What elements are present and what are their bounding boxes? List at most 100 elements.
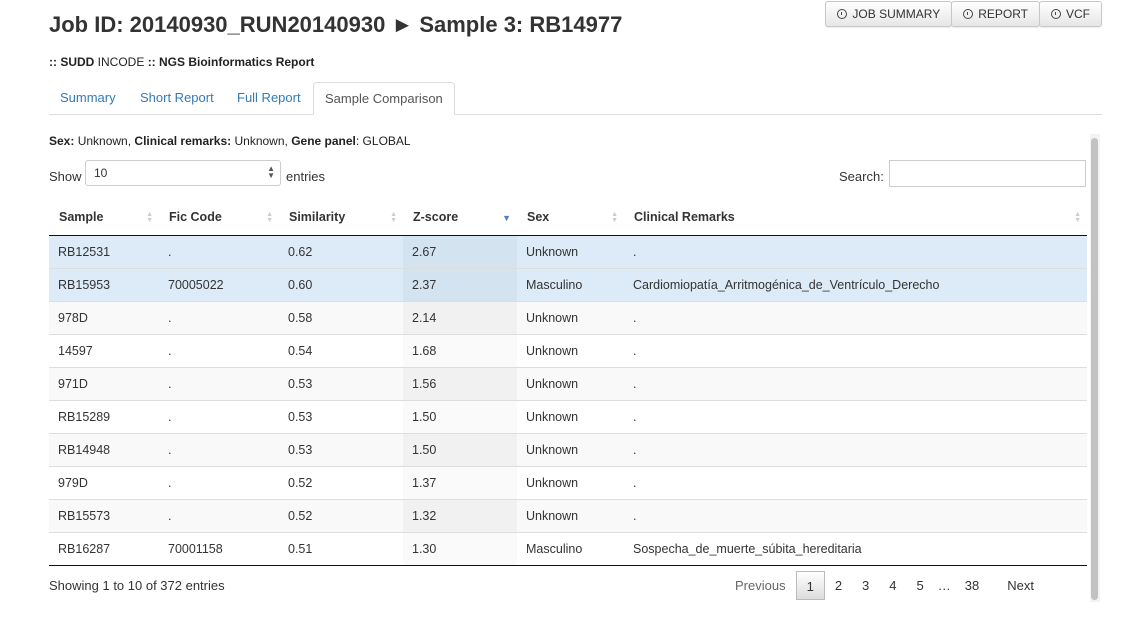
job-summary-label: JOB SUMMARY: [852, 7, 941, 21]
cell-similarity: 0.52: [279, 499, 403, 533]
subtitle-prefix: :: SUDD: [49, 55, 95, 69]
tab-sample-comparison[interactable]: Sample Comparison: [313, 82, 455, 115]
cell-sex: Unknown: [517, 334, 624, 368]
report-button[interactable]: REPORT: [951, 1, 1040, 27]
cell-fic-code: .: [159, 499, 279, 533]
cell-z-score: 2.67: [403, 235, 517, 269]
entries-select[interactable]: 10 ▲ ▼: [85, 160, 281, 186]
cell-sample: RB15289: [49, 400, 159, 434]
cell-similarity: 0.52: [279, 466, 403, 500]
cell-clinical-remarks: Cardiomiopatía_Arritmogénica_de_Ventrícu…: [624, 268, 1087, 302]
cell-sample: RB14948: [49, 433, 159, 467]
circle-arrow-icon: [1051, 9, 1061, 19]
table-row[interactable]: RB12531. 0.62 2.67 Unknown.: [49, 235, 1087, 269]
tab-summary[interactable]: Summary: [49, 82, 127, 114]
col-header-fic-code[interactable]: Fic Code ▲ ▼: [159, 200, 279, 236]
cell-fic-code: .: [159, 301, 279, 335]
table-row[interactable]: 979D. 0.52 1.37 Unknown.: [49, 466, 1087, 500]
table-row[interactable]: RB15289. 0.53 1.50 Unknown.: [49, 400, 1087, 434]
sex-value: Unknown,: [77, 134, 132, 148]
gene-panel-value: : GLOBAL: [355, 134, 411, 148]
col-header-z-score[interactable]: Z-score ▼: [403, 200, 517, 236]
top-button-group: JOB SUMMARY REPORT VCF: [825, 1, 1102, 27]
cell-clinical-remarks: .: [624, 235, 1087, 269]
previous-page-button[interactable]: Previous: [725, 571, 796, 600]
cell-fic-code: 70001158: [159, 532, 279, 566]
remarks-label: Clinical remarks:: [134, 134, 232, 148]
sort-both-icon: ▲ ▼: [611, 211, 618, 224]
table-row[interactable]: 978D. 0.58 2.14 Unknown.: [49, 301, 1087, 335]
cell-clinical-remarks: Sospecha_de_muerte_súbita_hereditaria: [624, 532, 1087, 566]
cell-sample: RB15573: [49, 499, 159, 533]
page-button-5[interactable]: 5: [907, 571, 934, 600]
cell-sample: RB15953: [49, 268, 159, 302]
cell-clinical-remarks: .: [624, 367, 1087, 401]
table-row[interactable]: RB14948. 0.53 1.50 Unknown.: [49, 433, 1087, 467]
sort-desc-icon: ▼: [502, 213, 511, 223]
sort-both-icon: ▲ ▼: [390, 211, 397, 224]
cell-z-score: 1.56: [403, 367, 517, 401]
col-header-sex[interactable]: Sex ▲ ▼: [517, 200, 624, 236]
sort-both-icon: ▲ ▼: [266, 211, 273, 224]
table-row[interactable]: RB15573. 0.52 1.32 Unknown.: [49, 499, 1087, 533]
scrollbar-thumb[interactable]: [1091, 138, 1098, 600]
cell-sex: Unknown: [517, 400, 624, 434]
next-page-button[interactable]: Next: [997, 571, 1044, 600]
cell-sex: Unknown: [517, 235, 624, 269]
page-button-38[interactable]: 38: [955, 571, 989, 600]
cell-sample: 14597: [49, 334, 159, 368]
cell-similarity: 0.58: [279, 301, 403, 335]
cell-fic-code: 70005022: [159, 268, 279, 302]
cell-fic-code: .: [159, 367, 279, 401]
remarks-value: Unknown,: [234, 134, 288, 148]
page-button-4[interactable]: 4: [879, 571, 906, 600]
vcf-label: VCF: [1066, 7, 1090, 21]
show-label: Show: [49, 169, 82, 184]
cell-similarity: 0.62: [279, 235, 403, 269]
vcf-button[interactable]: VCF: [1039, 1, 1102, 27]
cell-fic-code: .: [159, 235, 279, 269]
cell-sex: Unknown: [517, 466, 624, 500]
cell-clinical-remarks: .: [624, 433, 1087, 467]
col-header-label: Clinical Remarks: [634, 210, 735, 225]
cell-similarity: 0.54: [279, 334, 403, 368]
col-header-label: Sex: [527, 210, 550, 225]
vertical-scrollbar[interactable]: [1090, 134, 1100, 602]
page-button-1[interactable]: 1: [795, 571, 825, 600]
cell-sex: Unknown: [517, 433, 624, 467]
table-info: Showing 1 to 10 of 372 entries: [49, 578, 225, 593]
cell-z-score: 1.30: [403, 532, 517, 566]
col-header-similarity[interactable]: Similarity ▲ ▼: [279, 200, 403, 236]
col-header-label: Similarity: [289, 210, 346, 225]
entries-label: entries: [286, 169, 326, 184]
cell-fic-code: .: [159, 466, 279, 500]
report-tabs: Summary Short Report Full Report Sample …: [49, 82, 1102, 115]
report-label: REPORT: [978, 7, 1028, 21]
cell-sex: Unknown: [517, 499, 624, 533]
cell-clinical-remarks: .: [624, 334, 1087, 368]
col-header-sample[interactable]: Sample ▲ ▼: [49, 200, 159, 236]
cell-z-score: 2.14: [403, 301, 517, 335]
circle-arrow-icon: [837, 9, 848, 19]
sort-both-icon: ▲ ▼: [1074, 211, 1081, 224]
search-input[interactable]: [889, 160, 1086, 187]
page-button-3[interactable]: 3: [852, 571, 879, 600]
cell-sex: Masculino: [517, 268, 624, 302]
cell-z-score: 1.50: [403, 400, 517, 434]
cell-clinical-remarks: .: [624, 499, 1087, 533]
select-arrows-icon: ▲ ▼: [267, 164, 275, 180]
table-row[interactable]: RB16287 70001158 0.51 1.30 Masculino Sospecha…: [49, 532, 1087, 566]
cell-z-score: 1.50: [403, 433, 517, 467]
table-row[interactable]: RB15953 70005022 0.60 2.37 Masculino Cardiomi…: [49, 268, 1087, 302]
page-button-2[interactable]: 2: [825, 571, 852, 600]
job-summary-button[interactable]: JOB SUMMARY: [825, 1, 953, 27]
cell-z-score: 1.68: [403, 334, 517, 368]
tab-short-report[interactable]: Short Report: [129, 82, 225, 114]
page-ellipsis: …: [937, 578, 951, 593]
table-row[interactable]: 971D. 0.53 1.56 Unknown.: [49, 367, 1087, 401]
cell-z-score: 1.32: [403, 499, 517, 533]
tab-full-report[interactable]: Full Report: [226, 82, 312, 114]
col-header-clinical-remarks[interactable]: Clinical Remarks ▲ ▼: [624, 200, 1087, 236]
table-row[interactable]: 14597. 0.54 1.68 Unknown.: [49, 334, 1087, 368]
cell-similarity: 0.53: [279, 433, 403, 467]
